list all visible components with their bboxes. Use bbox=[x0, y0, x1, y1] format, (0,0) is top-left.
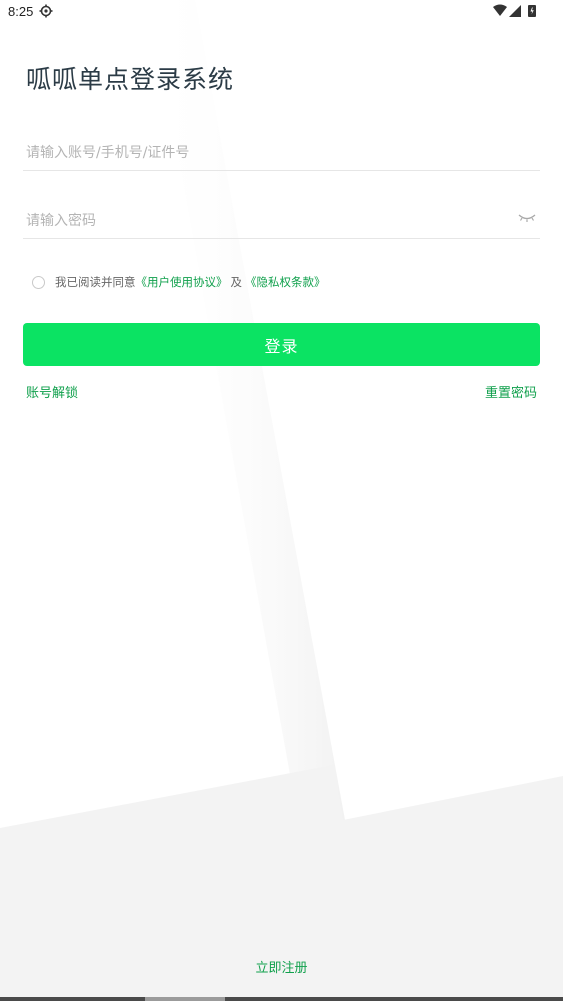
agreement-separator: 及 bbox=[230, 275, 243, 289]
page-title: 呱呱单点登录系统 bbox=[26, 65, 235, 94]
password-field bbox=[23, 202, 540, 239]
login-screen: 呱呱单点登录系统 我已阅读并同意 《用户使用协议》 及 《隐私权条款》 登录 账… bbox=[0, 0, 563, 1001]
password-input[interactable] bbox=[26, 210, 496, 232]
user-agreement-link[interactable]: 《用户使用协议》 bbox=[136, 274, 228, 290]
eye-closed-icon[interactable] bbox=[518, 212, 536, 224]
home-indicator[interactable] bbox=[145, 997, 225, 1001]
account-input[interactable] bbox=[26, 142, 496, 164]
navigation-bar bbox=[0, 997, 563, 1001]
agreement-checkbox[interactable] bbox=[32, 275, 45, 289]
register-link[interactable]: 立即注册 bbox=[0, 957, 563, 976]
privacy-policy-link[interactable]: 《隐私权条款》 bbox=[245, 274, 326, 290]
reset-password-link[interactable]: 重置密码 bbox=[485, 382, 537, 401]
unlock-account-link[interactable]: 账号解锁 bbox=[26, 382, 78, 401]
account-field bbox=[23, 134, 540, 171]
agreement-row: 我已阅读并同意 《用户使用协议》 及 《隐私权条款》 bbox=[32, 273, 326, 291]
login-button[interactable]: 登录 bbox=[23, 323, 540, 366]
agreement-prefix: 我已阅读并同意 bbox=[55, 275, 136, 289]
